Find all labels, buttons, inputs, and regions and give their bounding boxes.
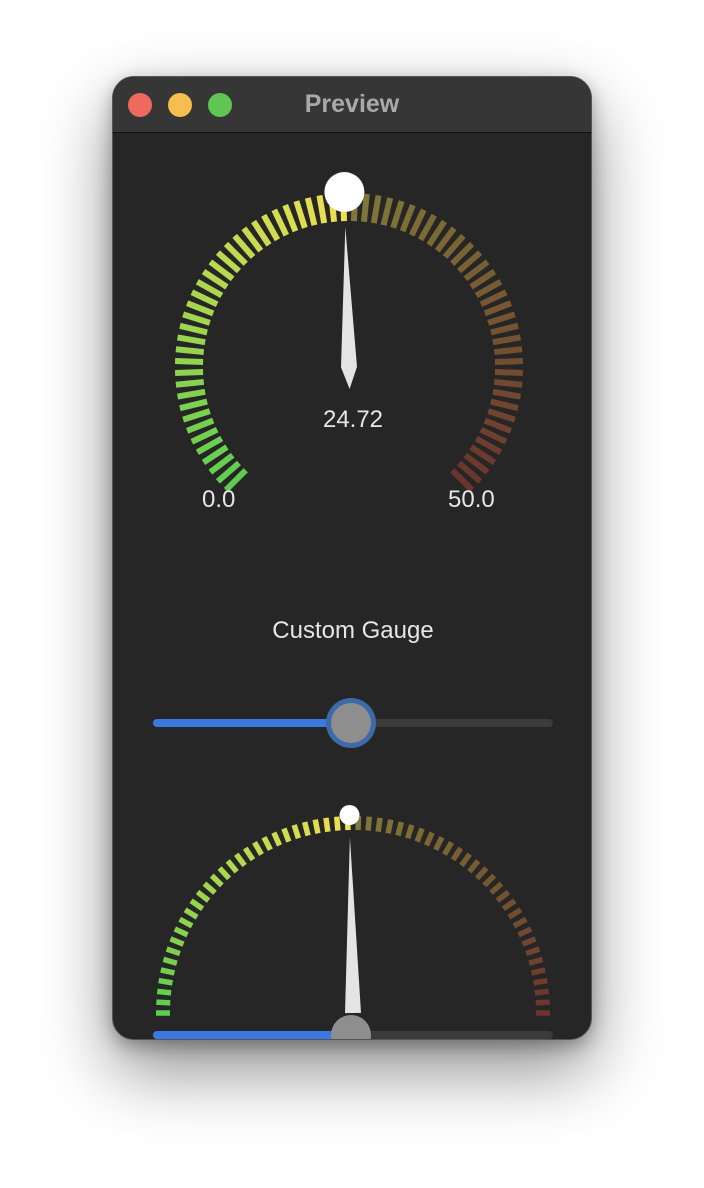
gauge-tick <box>525 946 541 957</box>
gauge-tick <box>156 988 172 996</box>
gauge-tick <box>158 977 173 986</box>
compact-gauge <box>156 805 550 1016</box>
window-title: Preview <box>304 90 400 118</box>
gauge-tick <box>433 835 445 851</box>
gauge-tick <box>450 846 464 862</box>
gauge-tick <box>365 816 373 831</box>
compact-value-slider[interactable] <box>153 1013 553 1039</box>
gauge-tick <box>333 816 341 831</box>
gauge-tick <box>261 835 273 851</box>
gauge-tick <box>281 827 292 843</box>
gauge-tick <box>162 956 178 966</box>
window-content: 24.72 0.0 50.0 Custom Gauge <box>113 133 591 1039</box>
gauge-tick <box>385 819 394 834</box>
gauge-tick <box>242 846 256 862</box>
compact-gauge-value-indicator <box>339 805 360 826</box>
gauge-tick <box>482 873 497 888</box>
gauge-tick <box>395 821 405 837</box>
gauge-tick <box>423 831 435 847</box>
gauge-tick <box>528 956 544 966</box>
gauge-tick <box>533 977 548 986</box>
compact-gauge-needle <box>345 837 361 1014</box>
gauge-tick <box>459 852 472 868</box>
gauge-tick <box>202 881 217 895</box>
gauge-tick <box>165 946 181 957</box>
gauge-tick <box>234 852 247 868</box>
gauge-tick <box>209 873 224 888</box>
gauge-tick <box>474 866 489 881</box>
gauge-tick <box>495 889 511 903</box>
gauge-tick <box>178 916 194 929</box>
gauge-tick <box>156 999 171 1006</box>
gauge-tick <box>195 889 211 903</box>
gauge-tick <box>517 926 533 938</box>
gauge-tick <box>301 821 311 837</box>
gauge-tick <box>291 824 301 840</box>
gauge-tick <box>507 907 523 920</box>
compact-slider-fill <box>153 1031 351 1039</box>
gauge-tick <box>183 907 199 920</box>
title-bar[interactable]: Preview <box>113 77 591 133</box>
gauge-tick <box>217 866 232 881</box>
gauge-tick <box>405 824 415 840</box>
gauge-tick <box>535 999 550 1006</box>
gauge-tick <box>521 936 537 947</box>
gauge-tick <box>501 898 517 911</box>
gauge-tick <box>173 926 189 938</box>
gauge-tick <box>534 988 550 996</box>
gauge-tick <box>323 817 331 833</box>
gauge-tick <box>252 841 264 856</box>
gauge-tick <box>442 841 454 856</box>
preview-window: Preview 24.72 0.0 50.0 Custom Gauge <box>112 76 592 1040</box>
gauge-tick <box>512 916 528 929</box>
gauge-tick <box>312 819 321 834</box>
gauge-tick <box>189 898 205 911</box>
gauge-tick <box>489 881 504 895</box>
gauge-tick <box>530 967 546 976</box>
gauge-tick <box>467 859 481 874</box>
gauge-tick <box>414 827 425 843</box>
gauge-tick <box>375 817 383 833</box>
gauge-tick <box>271 831 283 847</box>
gauge-tick <box>160 967 176 976</box>
gauge-tick <box>225 859 239 874</box>
gauge-tick <box>169 936 185 947</box>
compact-slider-knob[interactable] <box>330 1015 371 1039</box>
